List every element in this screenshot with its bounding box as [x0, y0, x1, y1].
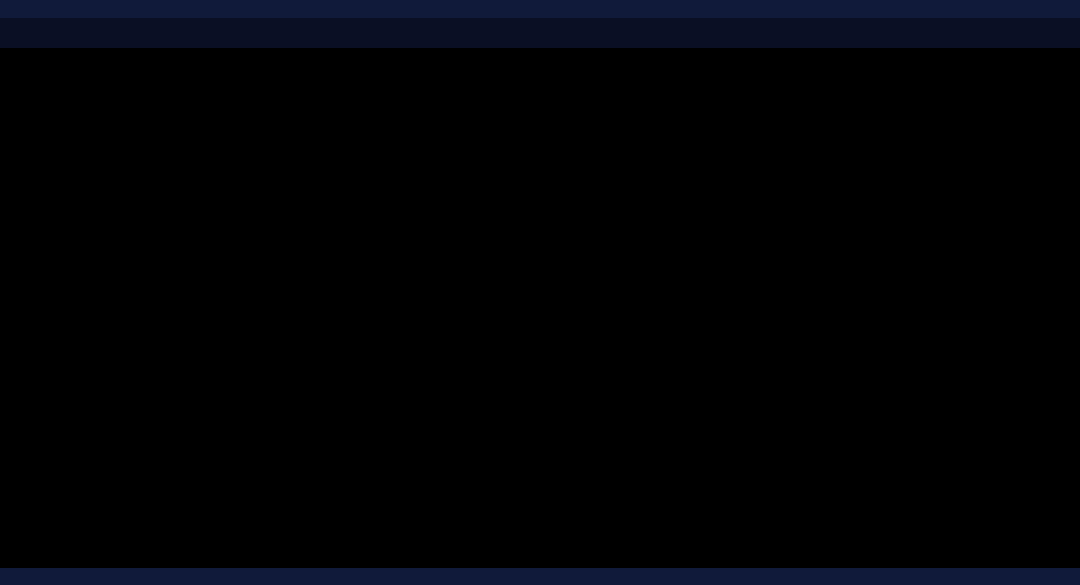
candlestick-chart-area	[0, 48, 918, 568]
title-bar	[0, 0, 1080, 18]
quote-panel	[922, 48, 1080, 568]
status-bar	[0, 568, 1080, 585]
trading-window	[0, 0, 1080, 585]
main-toolbar	[0, 18, 1080, 48]
